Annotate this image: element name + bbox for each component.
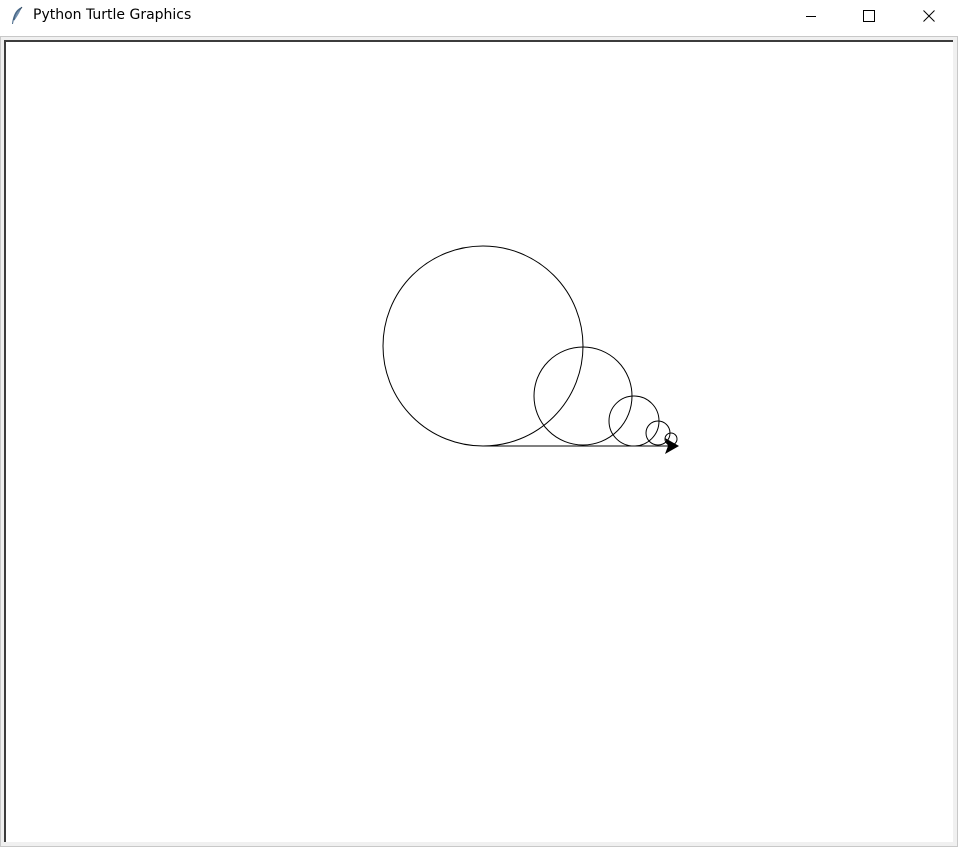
maximize-icon	[863, 7, 875, 26]
close-button[interactable]	[900, 0, 958, 32]
turtle-canvas[interactable]	[4, 40, 953, 842]
window-title: Python Turtle Graphics	[33, 7, 192, 23]
close-icon	[923, 7, 935, 26]
feather-icon	[10, 6, 24, 26]
circle-large	[533, 346, 633, 446]
maximize-button[interactable]	[840, 0, 898, 32]
title-bar[interactable]: Python Turtle Graphics	[0, 0, 958, 33]
circle-medium	[608, 395, 660, 447]
turtle-drawing	[382, 245, 679, 454]
circle-largest	[382, 245, 584, 447]
turtle-window: Python Turtle Graphics	[0, 0, 958, 847]
minimize-button[interactable]	[782, 0, 840, 32]
minimize-icon	[805, 7, 817, 26]
canvas-frame	[0, 36, 958, 847]
